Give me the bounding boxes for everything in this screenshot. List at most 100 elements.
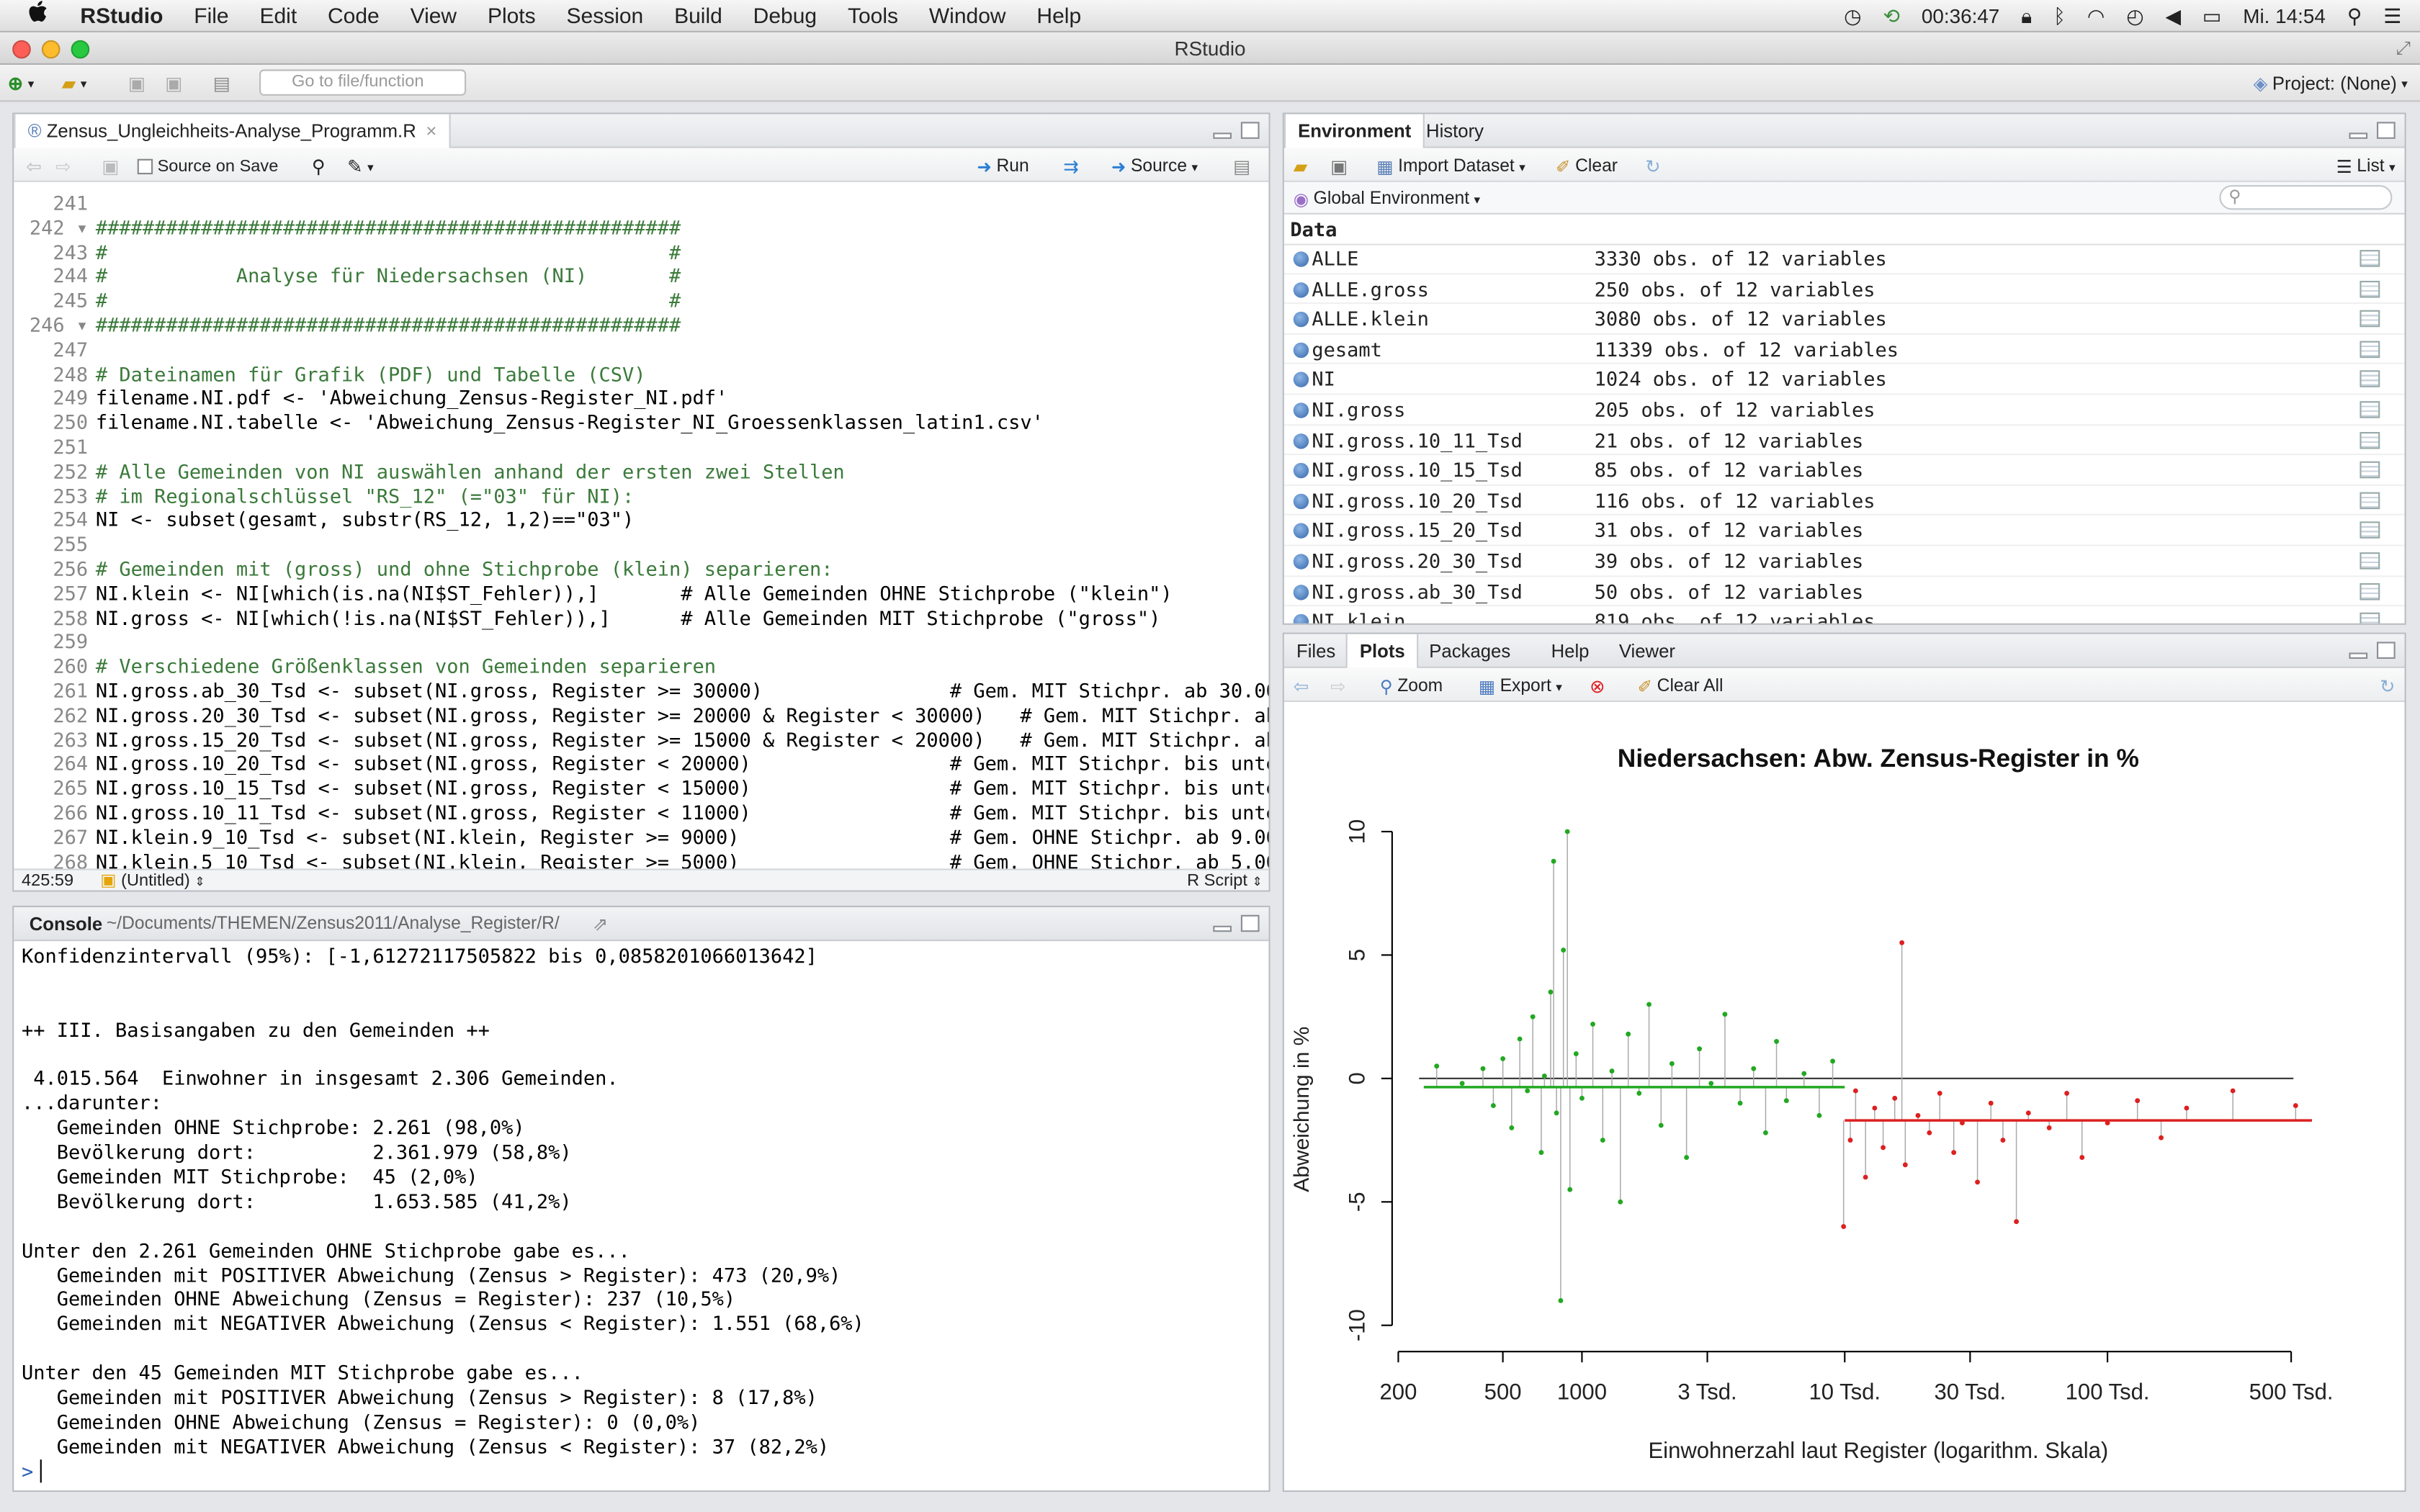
remove-plot-icon[interactable]: ⊗ <box>1590 672 1605 701</box>
environment-row[interactable]: NI.gross.15_20_Tsd 31 obs. of 12 variable… <box>1283 516 2405 546</box>
tab-help[interactable]: Help <box>1538 634 1601 668</box>
volume-icon[interactable]: ◀ <box>2165 5 2180 26</box>
wifi-icon[interactable]: ◠ <box>2087 5 2105 26</box>
view-data-grid-icon[interactable] <box>2360 431 2380 449</box>
menu-code[interactable]: Code <box>313 3 395 27</box>
stopwatch-icon[interactable]: ◷ <box>1844 5 1861 26</box>
environment-row[interactable]: NI.gross.10_15_Tsd 85 obs. of 12 variable… <box>1283 456 2405 486</box>
environment-search-input[interactable]: ⚲ <box>2219 185 2393 210</box>
save-editor-icon[interactable]: ▣ <box>102 153 119 181</box>
search-icon[interactable]: ⚲ <box>312 153 326 181</box>
battery-icon[interactable]: ▭ <box>2202 5 2221 26</box>
tab-history[interactable]: History <box>1414 114 1496 148</box>
view-data-grid-icon[interactable] <box>2360 341 2380 358</box>
maximize-console-button[interactable] <box>1240 914 1260 932</box>
expand-object-icon[interactable] <box>1293 463 1309 479</box>
expand-object-icon[interactable] <box>1293 523 1309 539</box>
maximize-pane-button[interactable] <box>1240 122 1260 139</box>
source-button[interactable]: ➜ Source ▾ <box>1111 153 1198 181</box>
expand-object-icon[interactable] <box>1293 614 1309 624</box>
forward-arrow-icon[interactable]: ⇨ <box>55 153 71 181</box>
expand-object-icon[interactable] <box>1293 282 1309 297</box>
environment-row[interactable]: NI.gross.10_20_Tsd 116 obs. of 12 variabl… <box>1283 486 2405 516</box>
view-data-grid-icon[interactable] <box>2360 310 2380 328</box>
goto-file-input[interactable]: Go to file/function <box>259 69 467 96</box>
export-button[interactable]: ▦ Export ▾ <box>1479 672 1562 701</box>
notification-center-icon[interactable]: ☰ <box>2383 5 2401 26</box>
zoom-button[interactable]: ⚲ Zoom <box>1380 672 1443 701</box>
filetype-selector[interactable]: R Script ⇕ <box>1187 870 1263 891</box>
expand-object-icon[interactable] <box>1293 493 1309 509</box>
close-tab-icon[interactable]: × <box>426 120 436 142</box>
tab-environment[interactable]: Environment <box>1283 114 1425 148</box>
editor-file-tab[interactable]: ® Zensus_Ungleichheits-Analyse_Programm.… <box>14 114 451 148</box>
new-file-button[interactable]: ⊕ ▾ <box>8 69 35 97</box>
apple-menu-icon[interactable] <box>0 0 65 31</box>
view-data-grid-icon[interactable] <box>2360 552 2380 570</box>
zoom-window-button[interactable] <box>71 40 90 59</box>
environment-scope-selector[interactable]: ◉ Global Environment ▾ <box>1294 185 1480 213</box>
view-data-grid-icon[interactable] <box>2360 280 2380 297</box>
menu-debug[interactable]: Debug <box>738 3 832 27</box>
code-editor[interactable]: 241 242 ▾ 243 244 245 246 ▾ 247 248 249 25… <box>14 182 1269 873</box>
maximize-plots-button[interactable] <box>2377 642 2396 659</box>
menu-build[interactable]: Build <box>659 3 738 27</box>
sync-icon[interactable]: ⟲ <box>1883 5 1899 26</box>
previous-plot-icon[interactable]: ⇦ <box>1294 672 1309 701</box>
back-arrow-icon[interactable]: ⇦ <box>26 153 42 181</box>
view-data-grid-icon[interactable] <box>2360 371 2380 388</box>
spotlight-search-icon[interactable]: ⚲ <box>2347 5 2362 26</box>
expand-object-icon[interactable] <box>1293 342 1309 358</box>
minimize-pane-button[interactable] <box>1213 132 1232 139</box>
expand-object-icon[interactable] <box>1293 584 1309 600</box>
lock-icon[interactable]: 🔒︎ <box>2021 5 2032 26</box>
tab-plots[interactable]: Plots <box>1345 634 1420 668</box>
minimize-env-button[interactable] <box>2349 132 2368 139</box>
source-on-save-checkbox[interactable] <box>137 158 153 175</box>
document-outline-icon[interactable]: ▤ <box>1233 153 1250 181</box>
load-workspace-icon[interactable]: ▰ <box>1294 153 1308 181</box>
minimize-window-button[interactable] <box>41 40 60 59</box>
view-data-grid-icon[interactable] <box>2360 492 2380 509</box>
fullscreen-icon[interactable]: ⤢ <box>2396 32 2411 65</box>
time-machine-icon[interactable]: ◴ <box>2126 5 2143 26</box>
expand-object-icon[interactable] <box>1293 372 1309 388</box>
view-data-grid-icon[interactable] <box>2360 462 2380 479</box>
clear-environment-button[interactable]: ✐ Clear <box>1556 153 1618 181</box>
save-workspace-icon[interactable]: ▣ <box>1330 153 1348 181</box>
expand-object-icon[interactable] <box>1293 554 1309 570</box>
view-data-grid-icon[interactable] <box>2360 582 2380 600</box>
maximize-env-button[interactable] <box>2377 122 2396 139</box>
clock-text[interactable]: Mi. 14:54 <box>2243 4 2326 27</box>
menu-help[interactable]: Help <box>1021 3 1097 27</box>
next-plot-icon[interactable]: ⇨ <box>1330 672 1346 701</box>
open-project-button[interactable]: ▰ ▾ <box>62 69 87 97</box>
code-tools-wand-icon[interactable]: ✎ ▾ <box>347 153 374 181</box>
environment-row[interactable]: NI.gross.10_11_Tsd 21 obs. of 12 variable… <box>1283 426 2405 456</box>
view-data-grid-icon[interactable] <box>2360 250 2380 267</box>
menu-plots[interactable]: Plots <box>472 3 552 27</box>
menu-window[interactable]: Window <box>913 3 1021 27</box>
refresh-plot-icon[interactable]: ↻ <box>2380 672 2396 701</box>
menu-session[interactable]: Session <box>551 3 659 27</box>
view-data-grid-icon[interactable] <box>2360 401 2380 418</box>
view-data-grid-icon[interactable] <box>2360 522 2380 539</box>
refresh-icon[interactable]: ↻ <box>1645 153 1661 181</box>
source-on-save-toggle[interactable]: Source on Save <box>137 153 278 181</box>
run-button[interactable]: ➜ Run <box>977 153 1028 181</box>
environment-row[interactable]: NI.gross.20_30_Tsd 39 obs. of 12 variable… <box>1283 546 2405 577</box>
console-prompt[interactable]: > <box>22 1459 1268 1484</box>
save-all-icon[interactable]: ▣ <box>165 69 182 97</box>
project-menu-button[interactable]: ◈ Project: (None) ▾ <box>2254 69 2408 97</box>
rerun-icon[interactable]: ⇉ <box>1063 153 1079 181</box>
environment-row[interactable]: gesamt 11339 obs. of 12 variables <box>1283 335 2405 365</box>
clear-all-plots-button[interactable]: ✐ Clear All <box>1638 672 1724 701</box>
save-icon[interactable]: ▣ <box>128 69 145 97</box>
console-output[interactable]: Konfidenzintervall (95%): [-1,6127211750… <box>22 944 1268 1490</box>
environment-row[interactable]: ALLE.gross 250 obs. of 12 variables <box>1283 274 2405 305</box>
environment-row[interactable]: NI.klein 819 obs. of 12 variables <box>1284 607 2405 624</box>
environment-row[interactable]: NI.gross 205 obs. of 12 variables <box>1283 395 2405 426</box>
menu-file[interactable]: File <box>179 3 244 27</box>
tab-viewer[interactable]: Viewer <box>1607 634 1688 668</box>
environment-row[interactable]: NI 1024 obs. of 12 variables <box>1283 365 2405 395</box>
